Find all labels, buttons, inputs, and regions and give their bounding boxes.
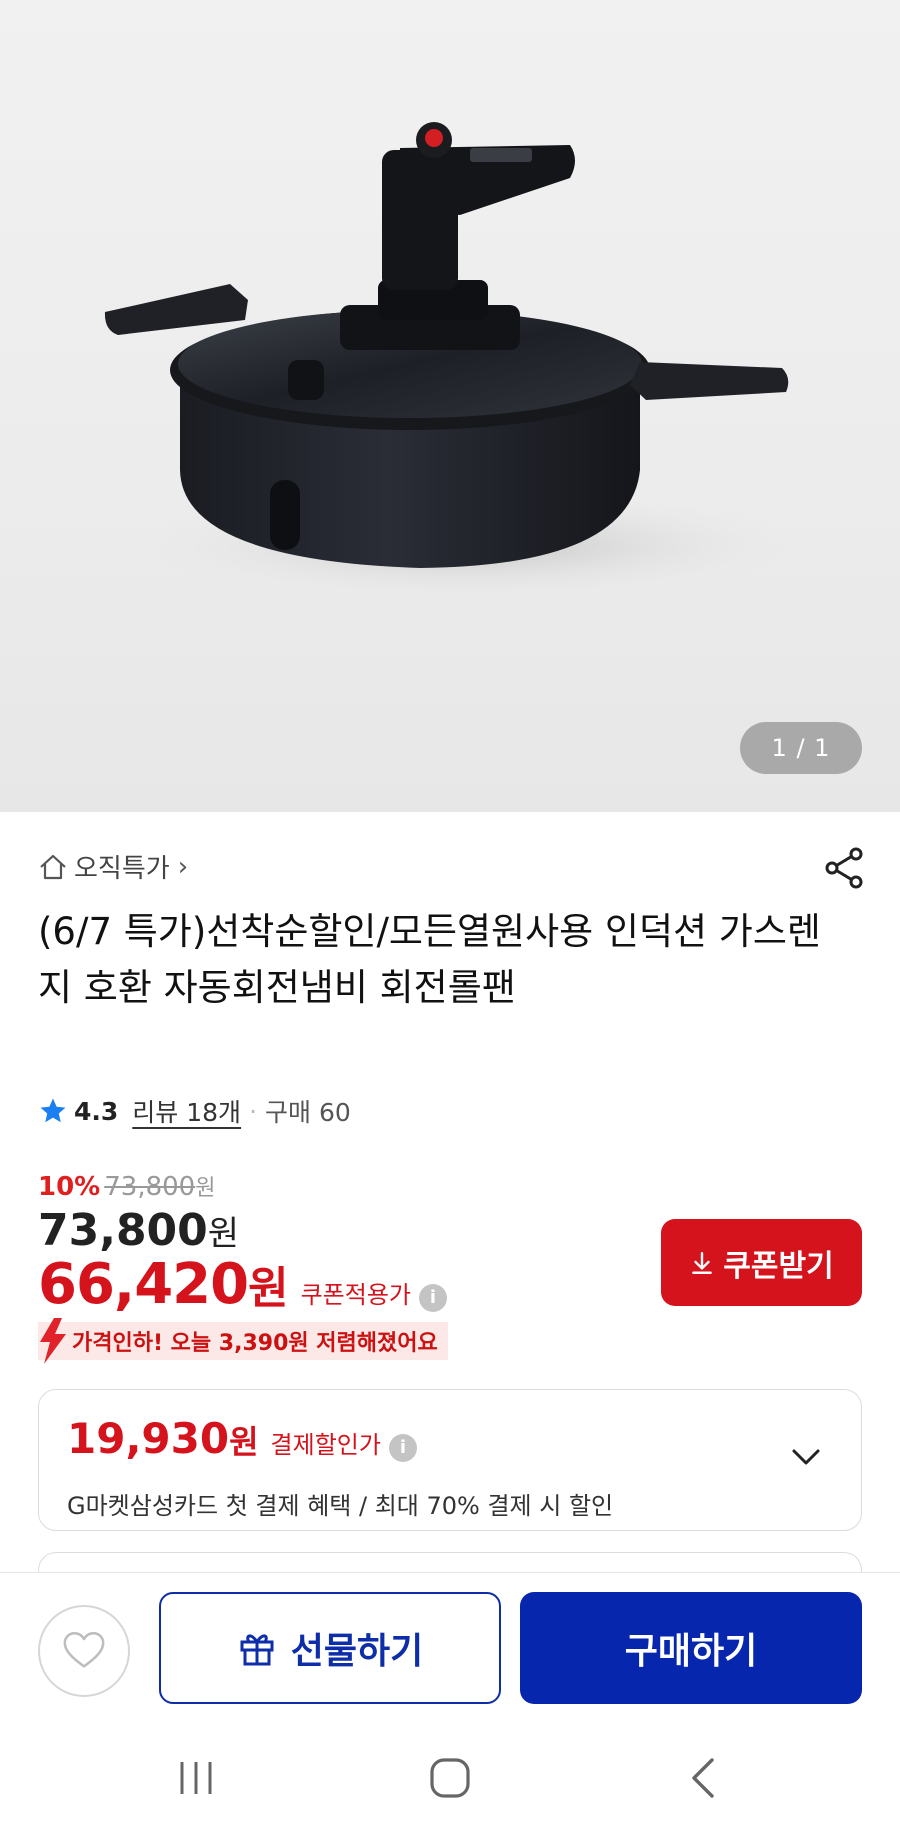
lightning-icon — [40, 1318, 66, 1364]
buy-button-label: 구매하기 — [624, 1631, 758, 1672]
review-link[interactable]: 리뷰 18개 — [132, 1093, 241, 1129]
product-image-gallery[interactable]: 1 / 1 — [0, 0, 900, 812]
coupon-price-unit: 원 — [248, 1263, 289, 1314]
chevron-down-icon[interactable] — [789, 1440, 823, 1474]
separator-dot: · — [249, 1096, 258, 1126]
price: 73,800 — [38, 1205, 208, 1256]
buy-button[interactable]: 구매하기 — [520, 1592, 862, 1704]
system-navigation-bar — [0, 1712, 900, 1835]
coupon-price: 66,420 — [38, 1252, 249, 1317]
share-icon[interactable] — [822, 846, 866, 890]
discount-rate: 10% — [38, 1172, 101, 1202]
discount-row: 10% 73,800 원 — [38, 1170, 215, 1202]
price-unit: 원 — [207, 1214, 240, 1254]
payment-price-label: 결제할인가 — [270, 1431, 381, 1459]
info-icon[interactable]: i — [419, 1284, 447, 1312]
info-icon[interactable]: i — [388, 1434, 417, 1462]
original-price-unit: 원 — [195, 1176, 216, 1201]
price-row: 73,800 원 — [38, 1205, 239, 1256]
category-label: 오직특가 — [74, 854, 170, 884]
coupon-price-label: 쿠폰적용가 — [300, 1281, 411, 1309]
payment-description: G마켓삼성카드 첫 결제 혜택 / 최대 70% 결제 시 할인 — [67, 1492, 614, 1520]
gift-icon — [240, 1634, 274, 1666]
price-drop-text: 가격인하! 오늘 3,390원 저렴해졌어요 — [72, 1331, 438, 1356]
get-coupon-label: 쿠폰받기 — [723, 1248, 834, 1284]
purchase-count: 구매 60 — [265, 1098, 351, 1127]
original-price: 73,800 — [104, 1172, 196, 1202]
recent-apps-icon[interactable] — [176, 1758, 216, 1798]
home-icon — [40, 854, 66, 879]
payment-discount-card[interactable]: 19,930 원 결제할인가 i G마켓삼성카드 첫 결제 혜택 / 최대 70… — [38, 1389, 862, 1531]
chevron-right-icon: › — [177, 851, 189, 882]
bottom-action-bar: 선물하기 구매하기 — [0, 1572, 900, 1712]
category-breadcrumb[interactable]: 오직특가 › — [38, 848, 188, 885]
coupon-price-row: 66,420 원 쿠폰적용가 i — [38, 1252, 447, 1317]
payment-price: 19,930 — [67, 1414, 230, 1463]
download-icon — [692, 1251, 713, 1274]
wishlist-button[interactable] — [38, 1605, 130, 1697]
price-drop-badge: 가격인하! 오늘 3,390원 저렴해졌어요 — [38, 1318, 448, 1364]
gift-button[interactable]: 선물하기 — [159, 1592, 501, 1704]
heart-icon — [63, 1632, 105, 1668]
rating-summary: 4.3 리뷰 18개 · 구매 60 — [38, 1093, 351, 1129]
star-icon — [40, 1098, 66, 1123]
rating-score: 4.3 — [74, 1096, 119, 1126]
price-drop-notice: 가격인하! 오늘 3,390원 저렴해졌어요 — [38, 1318, 448, 1364]
product-image — [104, 122, 810, 600]
back-icon[interactable] — [684, 1756, 724, 1800]
home-nav-icon[interactable] — [428, 1756, 472, 1800]
gift-button-label: 선물하기 — [290, 1631, 424, 1672]
product-title: (6/7 특가)선착순할인/모든열원사용 인덕션 가스렌지 호환 자동회전냄비 … — [38, 910, 821, 1009]
payment-price-unit: 원 — [229, 1423, 259, 1461]
get-coupon-button[interactable]: 쿠폰받기 — [661, 1219, 862, 1306]
payment-price-row: 19,930 원 결제할인가 i — [67, 1414, 417, 1463]
image-counter-badge: 1 / 1 — [740, 722, 862, 774]
product-detail-page: 1 / 1 오직특가 › (6/7 특가)선착순할인/모든열원사용 인덕션 가스… — [0, 0, 900, 1835]
